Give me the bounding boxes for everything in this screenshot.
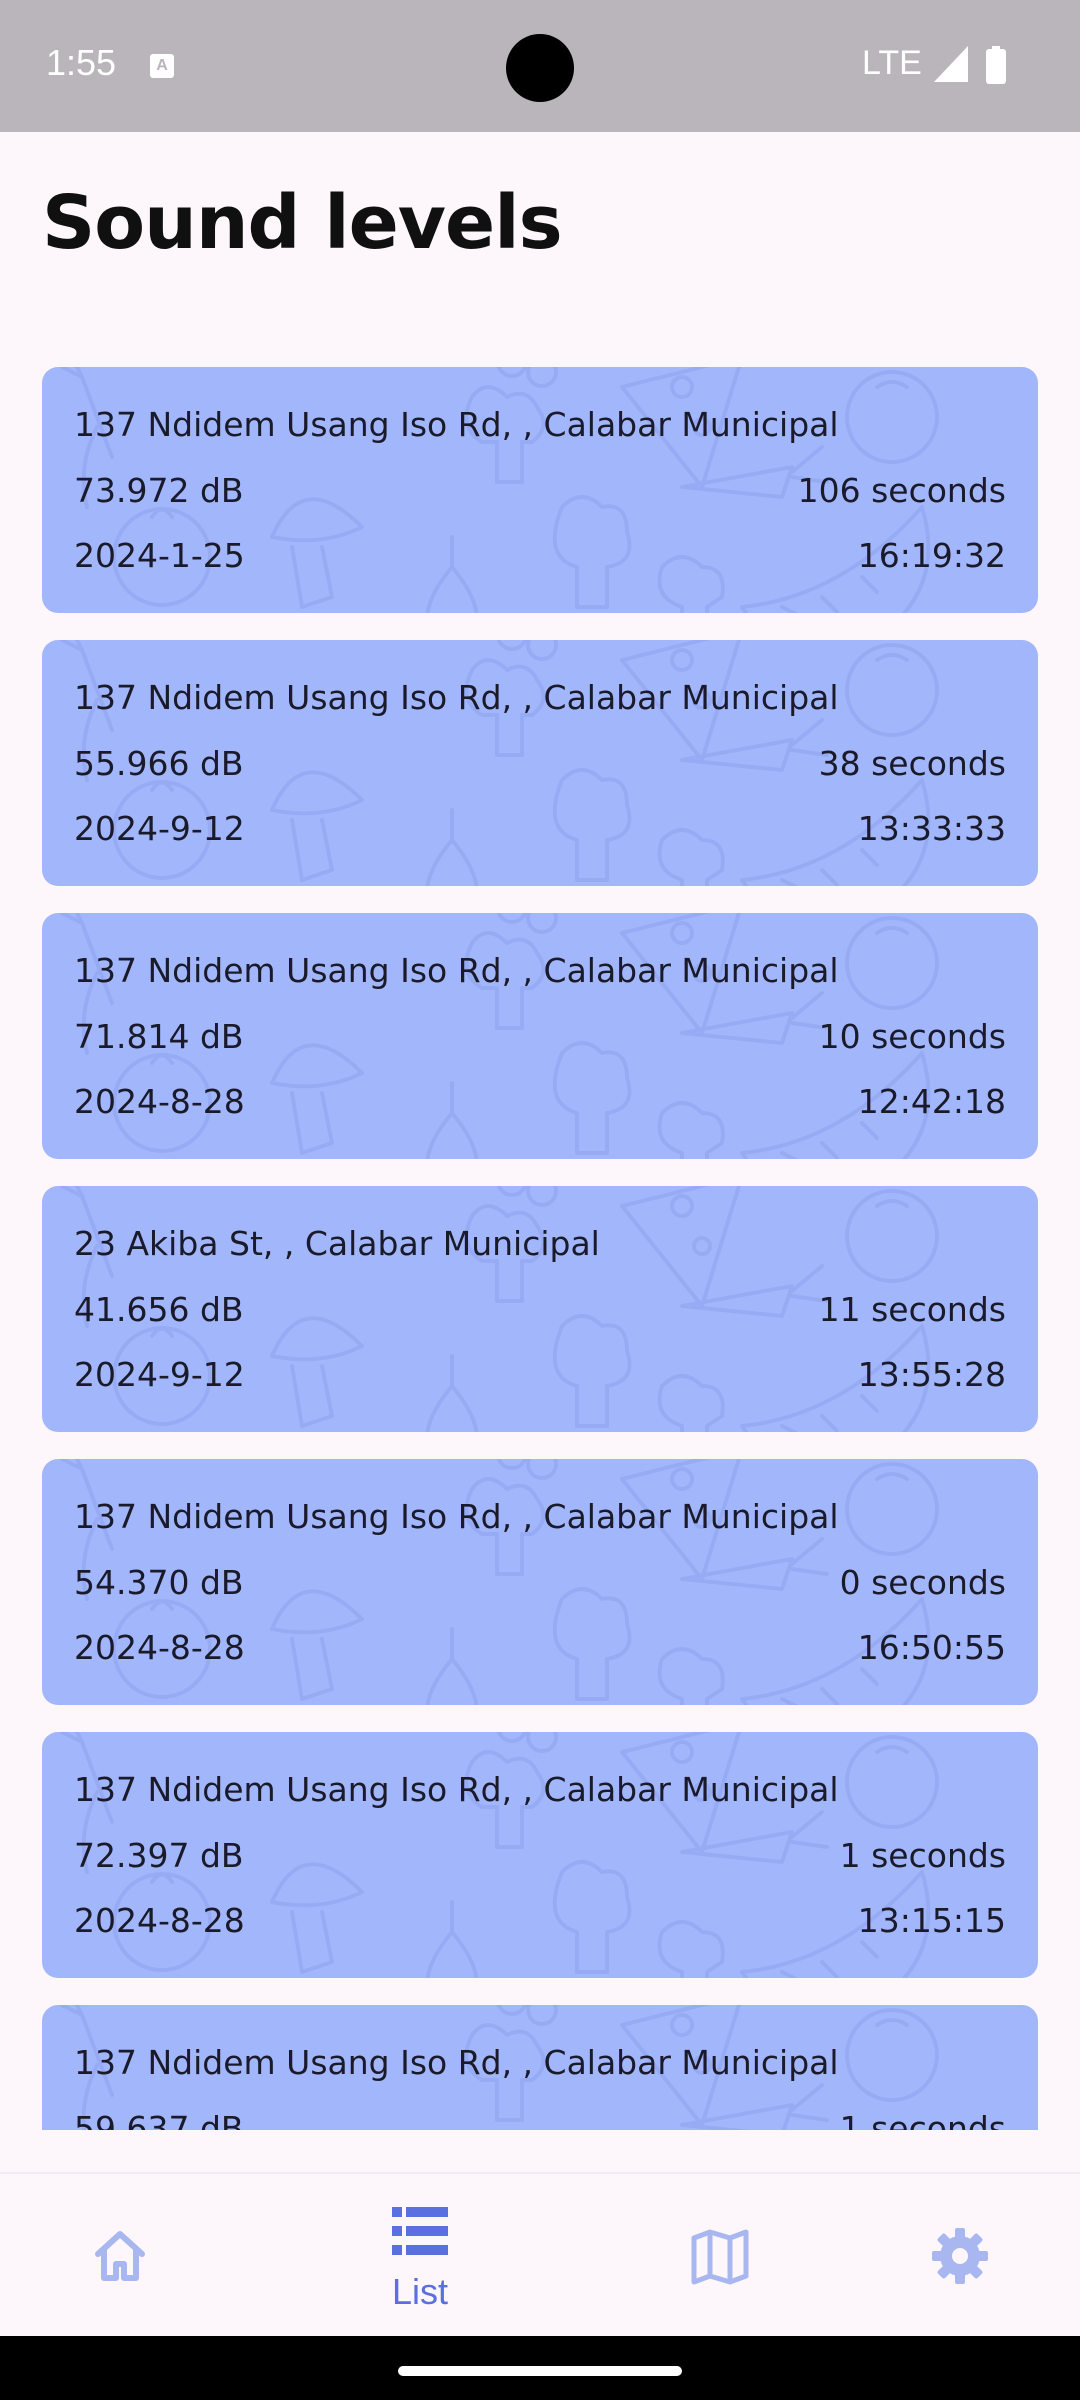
- recording-card[interactable]: 137 Ndidem Usang Iso Rd, , Calabar Munic…: [42, 2005, 1038, 2130]
- status-bar: 1:55 A LTE: [0, 0, 1080, 132]
- recording-date: 2024-8-28: [74, 1628, 245, 1667]
- recording-time: 12:42:18: [857, 1082, 1006, 1121]
- recording-card[interactable]: 137 Ndidem Usang Iso Rd, , Calabar Munic…: [42, 1459, 1038, 1705]
- recording-time: 13:15:15: [857, 1901, 1006, 1940]
- network-type: LTE: [862, 44, 922, 82]
- recording-date: 2024-8-28: [74, 1082, 245, 1121]
- page-title: Sound levels: [42, 180, 563, 266]
- nav-item-map[interactable]: [620, 2174, 820, 2338]
- settings-icon: [932, 2228, 988, 2284]
- recording-level: 73.972 dB: [74, 471, 244, 510]
- signal-icon: [934, 46, 968, 82]
- recording-time: 16:19:32: [857, 536, 1006, 575]
- recording-card[interactable]: 137 Ndidem Usang Iso Rd, , Calabar Munic…: [42, 913, 1038, 1159]
- bottom-navigation: List: [0, 2172, 1080, 2336]
- recording-duration: 106 seconds: [797, 471, 1006, 510]
- recording-level: 59.637 dB: [74, 2109, 244, 2130]
- notification-icon: A: [150, 54, 174, 78]
- recording-duration: 38 seconds: [818, 744, 1006, 783]
- recording-level: 72.397 dB: [74, 1836, 244, 1875]
- nav-label-list: List: [391, 2271, 449, 2312]
- recording-card[interactable]: 137 Ndidem Usang Iso Rd, , Calabar Munic…: [42, 640, 1038, 886]
- nav-item-settings[interactable]: [860, 2174, 1060, 2338]
- recording-address: 23 Akiba St, , Calabar Municipal: [74, 1224, 600, 1263]
- recording-level: 55.966 dB: [74, 744, 244, 783]
- home-gesture-handle[interactable]: [398, 2366, 682, 2376]
- recordings-list[interactable]: 137 Ndidem Usang Iso Rd, , Calabar Munic…: [0, 360, 1080, 2130]
- recording-address: 137 Ndidem Usang Iso Rd, , Calabar Munic…: [74, 405, 839, 444]
- battery-icon: [986, 46, 1006, 84]
- status-time: 1:55: [46, 42, 117, 83]
- recording-card[interactable]: 137 Ndidem Usang Iso Rd, , Calabar Munic…: [42, 367, 1038, 613]
- recording-address: 137 Ndidem Usang Iso Rd, , Calabar Munic…: [74, 1770, 839, 1809]
- recording-level: 54.370 dB: [74, 1563, 244, 1602]
- recording-card[interactable]: 23 Akiba St, , Calabar Municipal 41.656 …: [42, 1186, 1038, 1432]
- recording-date: 2024-9-12: [74, 1355, 245, 1394]
- recording-duration: 1 seconds: [839, 2109, 1006, 2130]
- recording-level: 41.656 dB: [74, 1290, 244, 1329]
- recording-card[interactable]: 137 Ndidem Usang Iso Rd, , Calabar Munic…: [42, 1732, 1038, 1978]
- recording-address: 137 Ndidem Usang Iso Rd, , Calabar Munic…: [74, 1497, 839, 1536]
- recording-duration: 0 seconds: [839, 1563, 1006, 1602]
- map-icon: [691, 2229, 749, 2285]
- camera-cutout: [506, 34, 574, 102]
- recording-duration: 1 seconds: [839, 1836, 1006, 1875]
- list-icon: [392, 2207, 448, 2255]
- home-icon: [95, 2231, 145, 2281]
- recording-address: 137 Ndidem Usang Iso Rd, , Calabar Munic…: [74, 951, 839, 990]
- recording-duration: 11 seconds: [818, 1290, 1006, 1329]
- recording-time: 16:50:55: [857, 1628, 1006, 1667]
- recording-address: 137 Ndidem Usang Iso Rd, , Calabar Munic…: [74, 678, 839, 717]
- nav-item-list[interactable]: List: [320, 2174, 520, 2338]
- recording-date: 2024-9-12: [74, 809, 245, 848]
- nav-item-home[interactable]: [20, 2174, 220, 2338]
- recording-time: 13:33:33: [857, 809, 1006, 848]
- recording-address: 137 Ndidem Usang Iso Rd, , Calabar Munic…: [74, 2043, 839, 2082]
- recording-duration: 10 seconds: [818, 1017, 1006, 1056]
- recording-level: 71.814 dB: [74, 1017, 244, 1056]
- system-gesture-area: [0, 2336, 1080, 2400]
- recording-date: 2024-1-25: [74, 536, 245, 575]
- recording-time: 13:55:28: [857, 1355, 1006, 1394]
- recording-date: 2024-8-28: [74, 1901, 245, 1940]
